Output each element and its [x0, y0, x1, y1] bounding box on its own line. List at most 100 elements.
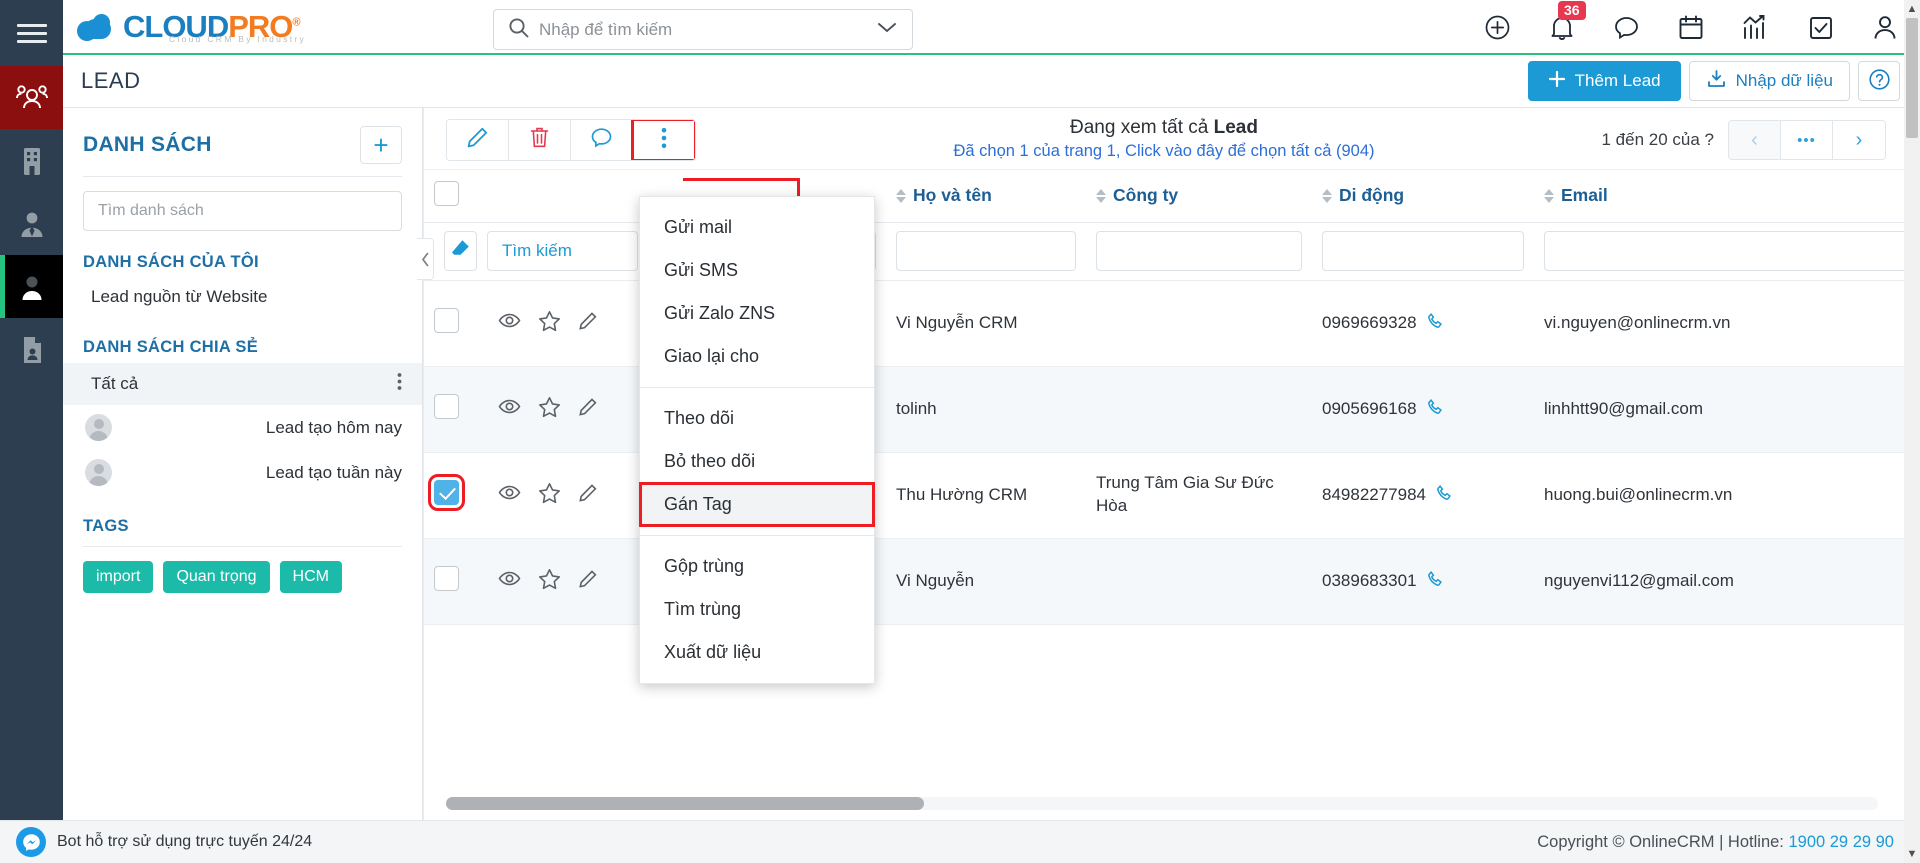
select-all-checkbox[interactable]	[434, 180, 459, 206]
phone-icon[interactable]	[1436, 484, 1454, 507]
row-name-cell[interactable]: tolinh	[886, 366, 1086, 453]
calendar-icon[interactable]	[1678, 14, 1704, 41]
row-checkbox[interactable]	[434, 566, 459, 591]
row-name-cell[interactable]: Vi Nguyễn	[886, 538, 1086, 625]
eye-icon[interactable]	[498, 398, 521, 420]
list-search[interactable]	[83, 191, 402, 231]
app-logo[interactable]: CLOUDPRO® Cloud CRM By Industry	[77, 11, 304, 44]
hotline-link[interactable]: 1900 29 29 90	[1788, 833, 1894, 851]
sort-icon[interactable]	[1322, 188, 1332, 203]
sidebar-item-lead[interactable]	[0, 255, 63, 318]
list-item-lead-today[interactable]: Lead tạo hôm nay	[63, 405, 422, 450]
delete-button[interactable]	[509, 120, 571, 160]
filter-input-mobile[interactable]	[1322, 231, 1524, 271]
eye-icon[interactable]	[498, 312, 521, 334]
horizontal-scrollbar[interactable]	[446, 797, 1878, 810]
row-name-cell[interactable]: Vi Nguyễn CRM	[886, 280, 1086, 367]
row-email-cell[interactable]: nguyenvi112@gmail.com	[1534, 538, 1904, 625]
th-name[interactable]: Họ và tên	[886, 170, 1086, 223]
sidebar-item-document[interactable]	[0, 318, 63, 381]
pencil-icon[interactable]	[578, 483, 598, 508]
more-actions-button[interactable]	[631, 120, 695, 160]
edit-button[interactable]	[447, 120, 509, 160]
list-search-input[interactable]	[98, 202, 387, 220]
kebab-icon[interactable]	[397, 372, 402, 396]
import-data-button[interactable]: Nhập dữ liệu	[1688, 61, 1850, 101]
tag-chip-quan-trong[interactable]: Quan trọng	[163, 561, 270, 593]
scroll-up-arrow[interactable]: ▲	[1904, 0, 1920, 18]
scroll-down-arrow[interactable]: ▼	[1904, 845, 1920, 863]
select-all-link[interactable]: Đã chọn 1 của trang 1, Click vào đây để …	[884, 142, 1444, 161]
help-button[interactable]	[1858, 61, 1900, 101]
menu-item-send-sms[interactable]: Gửi SMS	[640, 249, 874, 292]
chart-icon[interactable]	[1742, 14, 1770, 41]
scrollbar-thumb[interactable]	[1906, 18, 1918, 138]
filter-input-name[interactable]	[896, 231, 1076, 271]
sidebar-item-company[interactable]	[0, 129, 63, 192]
sidebar-item-contact[interactable]	[0, 192, 63, 255]
row-email-cell[interactable]: linhhtt90@gmail.com	[1534, 366, 1904, 453]
eye-icon[interactable]	[498, 484, 521, 506]
clear-filters-button[interactable]	[444, 231, 477, 271]
sort-icon[interactable]	[896, 188, 906, 203]
comment-button[interactable]	[571, 120, 633, 160]
chevron-down-icon[interactable]	[876, 20, 898, 39]
filter-search-button[interactable]: Tìm kiếm	[486, 231, 638, 271]
menu-item-send-mail[interactable]: Gửi mail	[640, 206, 874, 249]
star-icon[interactable]	[538, 310, 561, 337]
plus-circle-icon[interactable]	[1484, 14, 1511, 41]
chat-icon[interactable]	[1613, 14, 1640, 41]
star-icon[interactable]	[538, 396, 561, 423]
hamburger-menu-button[interactable]	[0, 0, 63, 66]
menu-item-unfollow[interactable]: Bỏ theo dõi	[640, 440, 874, 483]
eye-icon[interactable]	[498, 570, 521, 592]
add-list-button[interactable]: +	[360, 126, 402, 164]
list-item-all[interactable]: Tất cả	[63, 363, 422, 405]
checkbox-icon[interactable]	[1808, 15, 1834, 41]
sort-icon[interactable]	[1544, 188, 1554, 203]
menu-item-merge-duplicates[interactable]: Gộp trùng	[640, 545, 874, 588]
sidebar-item-contacts-group[interactable]	[0, 66, 63, 129]
row-checkbox[interactable]	[434, 394, 459, 419]
search-input[interactable]	[539, 19, 876, 40]
th-email[interactable]: Email	[1534, 170, 1904, 223]
collapse-panel-handle[interactable]	[417, 238, 434, 280]
th-mobile[interactable]: Di động	[1312, 170, 1534, 223]
row-checkbox[interactable]	[434, 308, 459, 333]
menu-item-find-duplicates[interactable]: Tìm trùng	[640, 588, 874, 631]
add-lead-button[interactable]: Thêm Lead	[1527, 61, 1681, 101]
page-more-button[interactable]: •••	[1781, 121, 1833, 159]
row-checkbox[interactable]	[428, 474, 465, 511]
menu-item-follow[interactable]: Theo dõi	[640, 397, 874, 440]
tag-chip-import[interactable]: import	[83, 561, 154, 593]
user-icon[interactable]	[1872, 14, 1898, 41]
phone-icon[interactable]	[1427, 312, 1445, 335]
next-page-button[interactable]: ›	[1833, 121, 1885, 159]
menu-item-send-zalo-zns[interactable]: Gửi Zalo ZNS	[640, 292, 874, 335]
page-scrollbar[interactable]: ▲ ▼	[1904, 0, 1920, 863]
filter-input-email[interactable]	[1544, 231, 1904, 271]
th-company[interactable]: Công ty	[1086, 170, 1312, 223]
row-email-cell[interactable]: vi.nguyen@onlinecrm.vn	[1534, 280, 1904, 367]
prev-page-button[interactable]: ‹	[1729, 121, 1781, 159]
row-email-cell[interactable]: huong.bui@onlinecrm.vn	[1534, 452, 1904, 539]
phone-icon[interactable]	[1427, 398, 1445, 421]
menu-item-export-data[interactable]: Xuất dữ liệu	[640, 631, 874, 674]
pencil-icon[interactable]	[578, 397, 598, 422]
support-bot[interactable]: Bot hỗ trợ sử dụng trực tuyến 24/24	[16, 827, 312, 857]
list-item-website-lead[interactable]: Lead nguồn từ Website	[63, 278, 422, 316]
list-item-lead-week[interactable]: Lead tạo tuần này	[63, 450, 422, 495]
bell-icon[interactable]: 36	[1549, 0, 1586, 42]
global-search[interactable]	[493, 9, 913, 50]
star-icon[interactable]	[538, 482, 561, 509]
menu-item-assign-tag[interactable]: Gán Tag	[639, 482, 875, 527]
pencil-icon[interactable]	[578, 311, 598, 336]
menu-item-reassign[interactable]: Giao lại cho	[640, 335, 874, 378]
tag-chip-hcm[interactable]: HCM	[279, 561, 342, 593]
star-icon[interactable]	[538, 568, 561, 595]
pencil-icon[interactable]	[578, 569, 598, 594]
scrollbar-thumb[interactable]	[446, 797, 924, 810]
filter-input-company[interactable]	[1096, 231, 1302, 271]
sort-icon[interactable]	[1096, 188, 1106, 203]
row-name-cell[interactable]: Thu Hường CRM	[886, 452, 1086, 539]
